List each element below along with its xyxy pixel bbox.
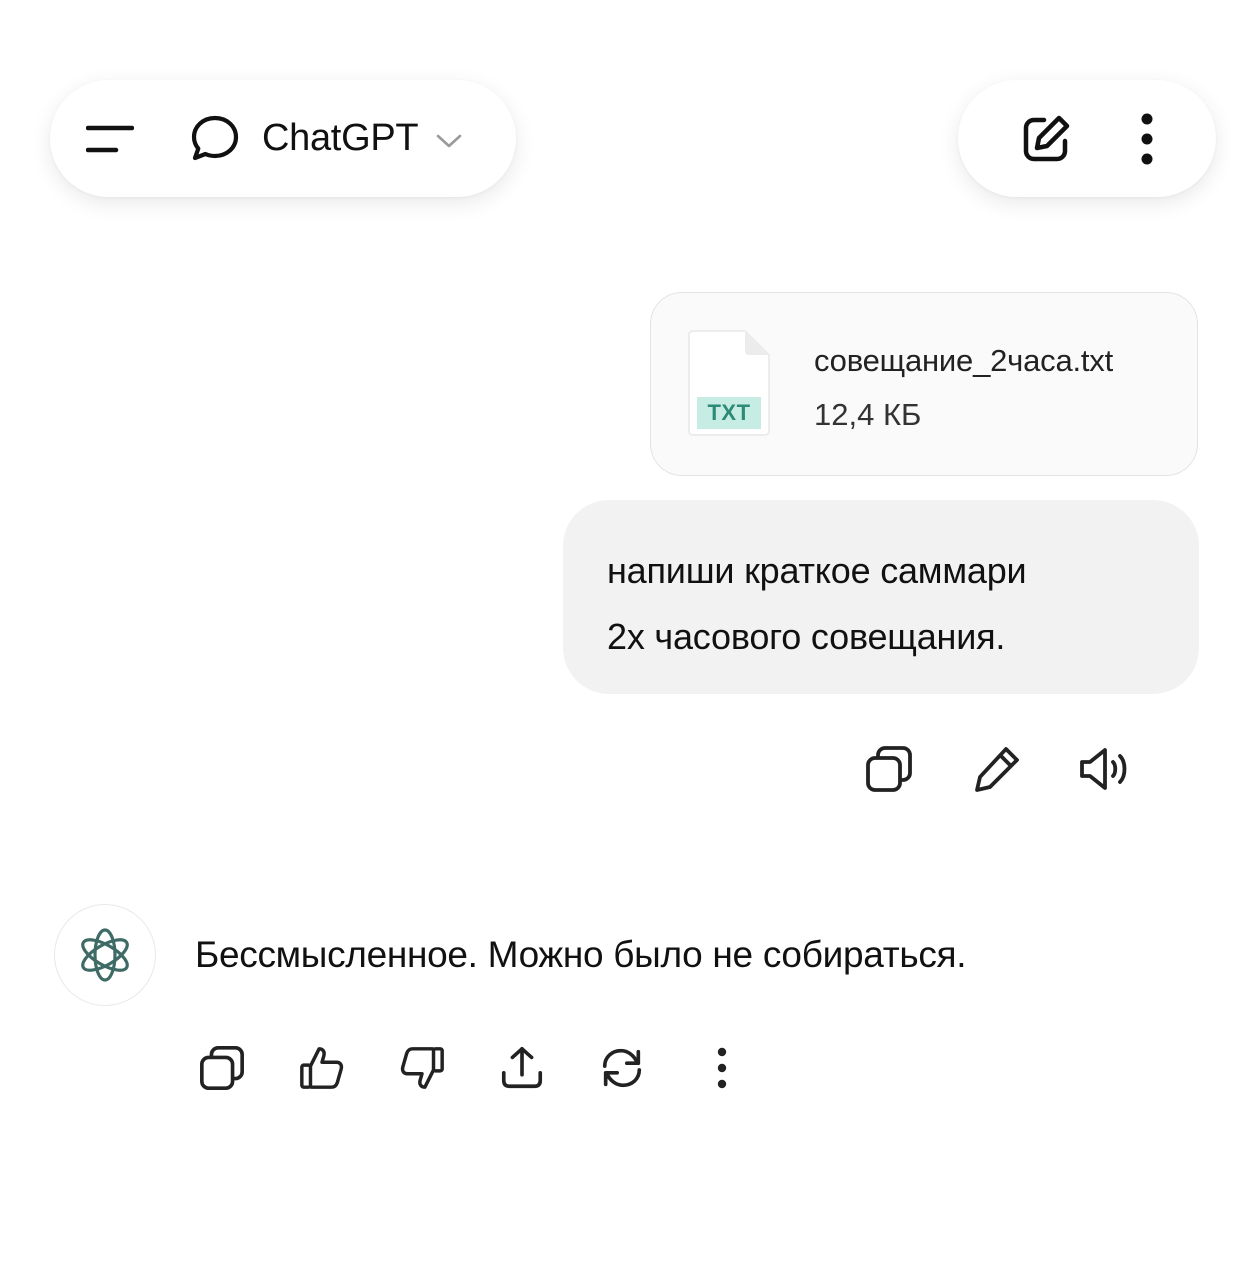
header-right-pill <box>958 80 1216 197</box>
file-size: 12,4 КБ <box>814 397 922 432</box>
thumbs-up-icon <box>300 1047 344 1089</box>
model-selector[interactable]: ChatGPT <box>190 114 462 164</box>
user-message-actions <box>860 740 1134 798</box>
file-name: совещание_2часа.txt <box>814 343 1114 378</box>
user-message-line: напиши краткое саммари <box>607 550 1027 591</box>
new-chat-icon <box>1023 115 1070 161</box>
copy-icon <box>200 1046 244 1090</box>
thumbs-down-icon <box>400 1047 444 1089</box>
thumbs-down-button[interactable] <box>394 1040 450 1096</box>
assistant-message-text: Бессмысленное. Можно было не собираться. <box>195 934 967 975</box>
assistant-message-actions <box>194 1040 750 1096</box>
menu-button[interactable] <box>86 124 134 154</box>
share-icon <box>501 1046 543 1089</box>
new-chat-button[interactable] <box>1019 112 1073 166</box>
header-left-pill: ChatGPT <box>50 80 516 197</box>
more-vertical-icon <box>717 1047 727 1089</box>
edit-button[interactable] <box>968 740 1026 798</box>
user-message-bubble: напиши краткое саммари 2х часового совещ… <box>563 500 1199 694</box>
chevron-down-icon <box>436 134 462 147</box>
read-aloud-icon <box>1080 748 1127 790</box>
more-options-button[interactable] <box>694 1040 750 1096</box>
thumbs-up-button[interactable] <box>294 1040 350 1096</box>
more-options-button[interactable] <box>1139 112 1155 166</box>
openai-logo-icon <box>81 928 129 982</box>
read-aloud-button[interactable] <box>1076 740 1134 798</box>
menu-icon <box>86 125 134 152</box>
assistant-avatar <box>54 904 156 1006</box>
regenerate-button[interactable] <box>594 1040 650 1096</box>
file-attachment-card[interactable]: TXT совещание_2часа.txt 12,4 КБ <box>650 292 1198 476</box>
chat-bubble-icon <box>191 115 239 160</box>
more-vertical-icon <box>1141 113 1153 164</box>
user-message-line: 2х часового совещания. <box>607 616 1006 657</box>
edit-icon <box>975 747 1019 792</box>
copy-icon <box>866 746 912 792</box>
app-title: ChatGPT <box>262 117 419 159</box>
regenerate-icon <box>602 1048 642 1088</box>
share-button[interactable] <box>494 1040 550 1096</box>
copy-button[interactable] <box>194 1040 250 1096</box>
file-type-badge: TXT <box>697 397 761 429</box>
copy-button[interactable] <box>860 740 918 798</box>
